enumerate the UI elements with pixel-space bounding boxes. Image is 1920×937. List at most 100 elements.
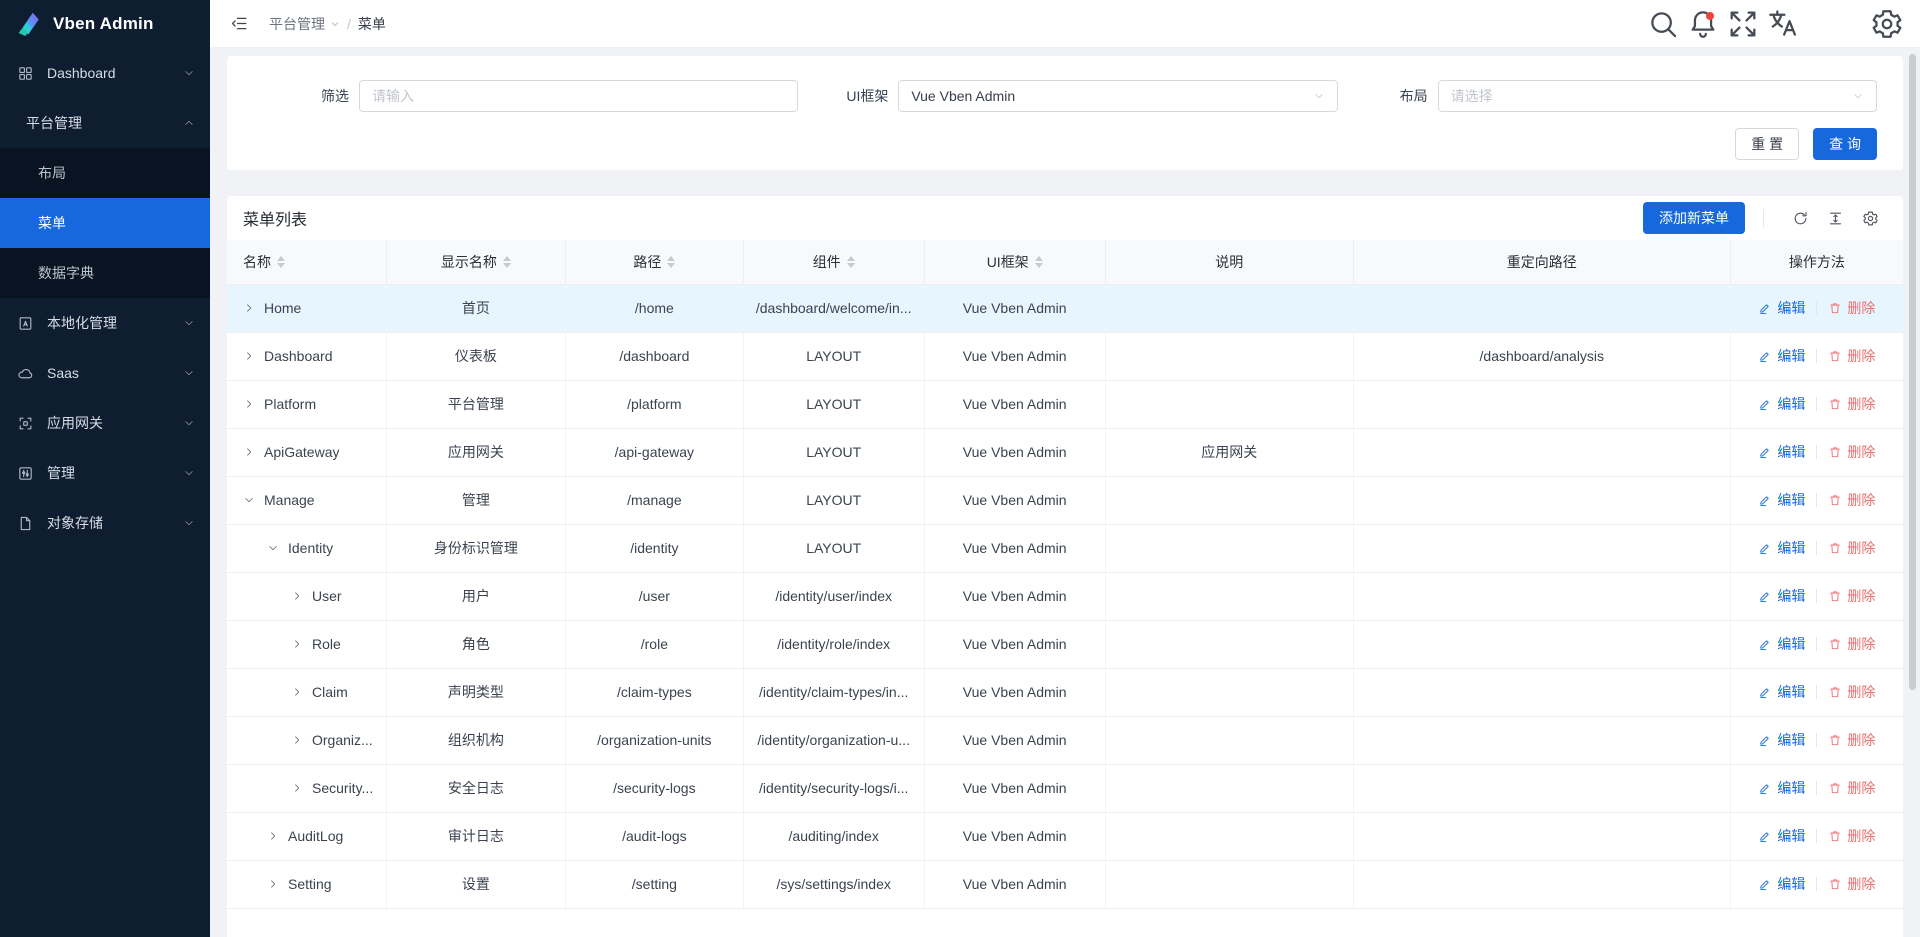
- column-header-ui-framework[interactable]: UI框架: [924, 240, 1105, 284]
- delete-button[interactable]: 删除: [1828, 682, 1875, 702]
- sidebar-item-dictionary[interactable]: 数据字典: [0, 248, 210, 298]
- sidebar-item-dashboard[interactable]: Dashboard: [0, 48, 210, 98]
- sidebar-item-platform[interactable]: 平台管理: [0, 98, 210, 148]
- row-expand-toggle[interactable]: [291, 734, 303, 746]
- column-header-display-name[interactable]: 显示名称: [386, 240, 565, 284]
- cell-actions: 编辑 删除: [1730, 812, 1903, 860]
- action-divider: [1816, 445, 1817, 459]
- row-expand-toggle[interactable]: [267, 830, 279, 842]
- row-expand-toggle[interactable]: [291, 686, 303, 698]
- delete-button[interactable]: 删除: [1828, 730, 1875, 750]
- delete-button[interactable]: 删除: [1828, 538, 1875, 558]
- row-expand-toggle[interactable]: [291, 638, 303, 650]
- edit-button[interactable]: 编辑: [1758, 682, 1805, 702]
- table-row-user[interactable]: User 用户 /user /identity/user/index Vue V…: [227, 572, 1903, 620]
- row-expand-toggle[interactable]: [267, 542, 279, 554]
- edit-button[interactable]: 编辑: [1758, 874, 1805, 894]
- sidebar-item-storage[interactable]: 对象存储: [0, 498, 210, 548]
- cell-redirect-path: [1353, 764, 1730, 812]
- edit-button[interactable]: 编辑: [1758, 346, 1805, 366]
- edit-button[interactable]: 编辑: [1758, 490, 1805, 510]
- row-expand-toggle[interactable]: [291, 782, 303, 794]
- delete-button[interactable]: 删除: [1828, 394, 1875, 414]
- edit-button[interactable]: 编辑: [1758, 538, 1805, 558]
- delete-button[interactable]: 删除: [1828, 586, 1875, 606]
- delete-label: 删除: [1847, 442, 1875, 462]
- edit-button[interactable]: 编辑: [1758, 826, 1805, 846]
- delete-button[interactable]: 删除: [1828, 442, 1875, 462]
- row-expand-toggle[interactable]: [267, 878, 279, 890]
- sort-icon[interactable]: [277, 256, 285, 268]
- sort-icon[interactable]: [1035, 256, 1043, 268]
- refresh-button[interactable]: [1788, 206, 1813, 231]
- delete-button[interactable]: 删除: [1828, 346, 1875, 366]
- delete-button[interactable]: 删除: [1828, 826, 1875, 846]
- edit-button[interactable]: 编辑: [1758, 298, 1805, 318]
- pencil-icon: [1758, 397, 1772, 411]
- sort-icon[interactable]: [667, 256, 675, 268]
- sidebar-item-localization[interactable]: 本地化管理: [0, 298, 210, 348]
- reset-button[interactable]: 重 置: [1735, 128, 1799, 160]
- row-expand-toggle[interactable]: [243, 494, 255, 506]
- table-row-identity[interactable]: Identity 身份标识管理 /identity LAYOUT Vue Vbe…: [227, 524, 1903, 572]
- sidebar-item-saas[interactable]: Saas: [0, 348, 210, 398]
- cell-component: LAYOUT: [743, 476, 924, 524]
- menu-fold-button[interactable]: [226, 10, 253, 37]
- user-avatar[interactable]: [1812, 10, 1840, 38]
- action-divider: [1816, 349, 1817, 363]
- sidebar-item-manage[interactable]: 管理: [0, 448, 210, 498]
- edit-button[interactable]: 编辑: [1758, 586, 1805, 606]
- column-header-path[interactable]: 路径: [566, 240, 744, 284]
- settings-button[interactable]: [1870, 7, 1904, 41]
- sidebar-item-menu[interactable]: 菜单: [0, 198, 210, 248]
- edit-button[interactable]: 编辑: [1758, 730, 1805, 750]
- breadcrumb-parent[interactable]: 平台管理: [269, 14, 340, 34]
- column-settings-button[interactable]: [1858, 206, 1883, 231]
- query-button[interactable]: 查 询: [1813, 128, 1877, 160]
- table-row-role[interactable]: Role 角色 /role /identity/role/index Vue V…: [227, 620, 1903, 668]
- delete-button[interactable]: 删除: [1828, 874, 1875, 894]
- sort-icon[interactable]: [847, 256, 855, 268]
- delete-button[interactable]: 删除: [1828, 298, 1875, 318]
- table-row-dashboard[interactable]: Dashboard 仪表板 /dashboard LAYOUT Vue Vben…: [227, 332, 1903, 380]
- column-header-component[interactable]: 组件: [743, 240, 924, 284]
- table-row-home[interactable]: Home 首页 /home /dashboard/welcome/in... V…: [227, 284, 1903, 332]
- sidebar-item-layout[interactable]: 布局: [0, 148, 210, 198]
- delete-button[interactable]: 删除: [1828, 778, 1875, 798]
- edit-button[interactable]: 编辑: [1758, 634, 1805, 654]
- table-row-security[interactable]: Security... 安全日志 /security-logs /identit…: [227, 764, 1903, 812]
- table-row-claim[interactable]: Claim 声明类型 /claim-types /identity/claim-…: [227, 668, 1903, 716]
- edit-button[interactable]: 编辑: [1758, 442, 1805, 462]
- edit-button[interactable]: 编辑: [1758, 778, 1805, 798]
- table-row-platform[interactable]: Platform 平台管理 /platform LAYOUT Vue Vben …: [227, 380, 1903, 428]
- add-menu-button[interactable]: 添加新菜单: [1643, 202, 1745, 234]
- sort-icon[interactable]: [503, 256, 511, 268]
- sidebar-item-gateway[interactable]: 应用网关: [0, 398, 210, 448]
- table-row-auditlog[interactable]: AuditLog 审计日志 /audit-logs /auditing/inde…: [227, 812, 1903, 860]
- row-height-button[interactable]: [1823, 206, 1848, 231]
- row-expand-toggle[interactable]: [243, 302, 255, 314]
- row-expand-toggle[interactable]: [243, 446, 255, 458]
- scrollbar-thumb[interactable]: [1909, 54, 1916, 690]
- table-row-organiz[interactable]: Organiz... 组织机构 /organization-units /ide…: [227, 716, 1903, 764]
- search-button[interactable]: [1646, 7, 1680, 41]
- cell-redirect-path: [1353, 716, 1730, 764]
- table-row-apigateway[interactable]: ApiGateway 应用网关 /api-gateway LAYOUT Vue …: [227, 428, 1903, 476]
- translate-button[interactable]: [1766, 7, 1800, 41]
- row-expand-toggle[interactable]: [291, 590, 303, 602]
- notification-button[interactable]: [1686, 7, 1720, 41]
- row-expand-toggle[interactable]: [243, 398, 255, 410]
- table-row-setting[interactable]: Setting 设置 /setting /sys/settings/index …: [227, 860, 1903, 908]
- edit-button[interactable]: 编辑: [1758, 394, 1805, 414]
- delete-button[interactable]: 删除: [1828, 634, 1875, 654]
- layout-select[interactable]: 请选择: [1438, 80, 1877, 112]
- page-scrollbar[interactable]: [1906, 48, 1920, 937]
- ui-framework-select[interactable]: Vue Vben Admin: [898, 80, 1337, 112]
- filter-input[interactable]: [359, 80, 798, 112]
- table-row-manage[interactable]: Manage 管理 /manage LAYOUT Vue Vben Admin …: [227, 476, 1903, 524]
- app-logo[interactable]: Vben Admin: [0, 0, 210, 48]
- delete-button[interactable]: 删除: [1828, 490, 1875, 510]
- column-header-name[interactable]: 名称: [227, 240, 386, 284]
- row-expand-toggle[interactable]: [243, 350, 255, 362]
- fullscreen-button[interactable]: [1726, 7, 1760, 41]
